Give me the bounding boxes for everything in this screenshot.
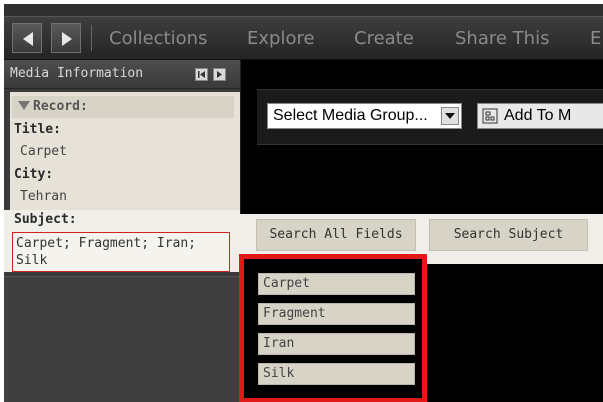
media-group-select-value: Select Media Group... <box>273 107 428 124</box>
nav-item-share-this[interactable]: Share This <box>455 28 549 49</box>
top-nav-bar: Collections Explore Create Share This E <box>4 17 603 60</box>
collapse-triangle-icon <box>18 101 30 110</box>
media-group-select[interactable]: Select Media Group... <box>267 103 462 129</box>
nav-separator <box>91 25 92 51</box>
subject-section: Subject: Carpet; Fragment; Iran; Silk <box>4 210 240 272</box>
title-label: Title: <box>14 122 61 137</box>
subject-result-item[interactable]: Iran <box>258 333 415 355</box>
panel-lower-area <box>4 276 240 402</box>
subject-result-item[interactable]: Carpet <box>258 273 415 295</box>
subject-value-box: Carpet; Fragment; Iran; Silk <box>12 232 230 272</box>
skip-back-icon <box>198 71 205 78</box>
forward-button[interactable] <box>51 23 81 53</box>
panel-first-button[interactable] <box>195 68 208 81</box>
subject-results-highlight: Carpet Fragment Iran Silk <box>239 254 427 402</box>
app-frame: Collections Explore Create Share This E … <box>4 4 603 402</box>
play-right-icon <box>217 71 222 78</box>
search-subject-button[interactable]: Search Subject <box>429 219 588 251</box>
panel-next-button[interactable] <box>213 68 226 81</box>
subject-value: Carpet; Fragment; Iran; Silk <box>16 236 197 268</box>
title-value: Carpet <box>20 144 67 159</box>
media-information-panel: Media Information Record: Title: Carpet … <box>4 60 241 402</box>
arrow-right-icon <box>62 32 72 46</box>
nav-item-collections[interactable]: Collections <box>109 28 207 49</box>
subject-result-item[interactable]: Fragment <box>258 303 415 325</box>
nav-item-explore[interactable]: Explore <box>247 28 315 49</box>
record-label: Record: <box>33 99 88 114</box>
media-group-bar: Select Media Group... Add To M <box>257 89 603 145</box>
top-strip <box>4 4 603 17</box>
chevron-down-icon <box>445 113 455 119</box>
back-button[interactable] <box>12 23 42 53</box>
panel-header: Media Information <box>4 60 240 89</box>
city-label: City: <box>14 167 54 182</box>
record-header[interactable]: Record: <box>12 96 234 118</box>
subject-label: Subject: <box>14 212 77 227</box>
nav-item-create[interactable]: Create <box>354 28 414 49</box>
city-value: Tehran <box>20 189 67 204</box>
panel-title: Media Information <box>10 66 144 81</box>
subject-result-item[interactable]: Silk <box>258 363 415 385</box>
arrow-left-icon <box>23 32 33 46</box>
add-group-icon <box>482 108 498 124</box>
nav-item-truncated[interactable]: E <box>590 28 601 49</box>
record-label-wrap: Record: <box>18 99 88 114</box>
add-to-button[interactable]: Add To M <box>477 103 603 129</box>
dropdown-button[interactable] <box>441 107 459 125</box>
search-all-fields-button[interactable]: Search All Fields <box>256 219 416 251</box>
add-to-label: Add To M <box>504 107 572 124</box>
